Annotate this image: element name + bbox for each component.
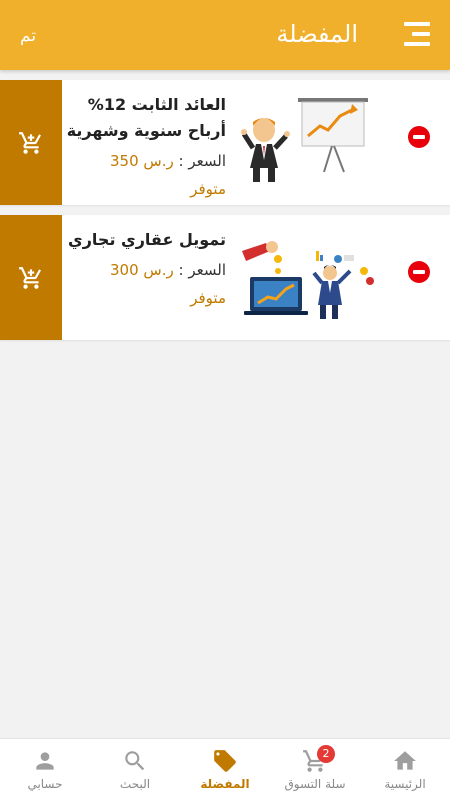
price-label: السعر : — [178, 261, 226, 279]
favorite-item: تمويل عقاري تجاري السعر : ر.س 300 متوفر — [0, 215, 450, 340]
nav-favorites-label: المفضلة — [200, 777, 250, 791]
app-header: تم المفضلة — [0, 0, 450, 70]
nav-account-label: حسابي — [27, 777, 63, 791]
favorite-item: العائد الثابت 12% أرباح سنوية وشهرية الس… — [0, 80, 450, 205]
add-to-cart-button[interactable] — [0, 80, 62, 205]
nav-home[interactable]: الرئيسية — [360, 739, 450, 800]
search-icon — [125, 751, 145, 771]
finance-laptop-illustration[interactable] — [236, 221, 376, 331]
price-row: السعر : ر.س 300 — [68, 261, 226, 279]
price-value: ر.س 350 — [110, 152, 174, 170]
item-info: العائد الثابت 12% أرباح سنوية وشهرية الس… — [67, 92, 226, 198]
home-icon — [394, 751, 416, 770]
cart-count-badge: 2 — [317, 745, 335, 763]
price-label: السعر : — [178, 152, 226, 170]
cart-icon — [19, 131, 41, 154]
remove-favorite-button[interactable] — [408, 261, 430, 283]
stock-status: متوفر — [190, 289, 226, 307]
nav-cart[interactable]: 2 سلة التسوق — [270, 739, 360, 800]
nav-search-label: البحث — [119, 777, 151, 791]
add-to-cart-button[interactable] — [0, 215, 62, 340]
cart-icon — [19, 266, 41, 289]
item-name-line2[interactable]: أرباح سنوية وشهرية — [67, 118, 226, 144]
stock-status: متوفر — [190, 180, 226, 198]
person-icon — [36, 752, 54, 770]
businessman-chart-illustration[interactable] — [236, 86, 376, 196]
menu-icon[interactable] — [404, 22, 430, 46]
nav-search[interactable]: البحث — [90, 739, 180, 800]
price-row: السعر : ر.س 350 — [67, 152, 226, 170]
item-name-line1[interactable]: تمويل عقاري تجاري — [68, 227, 226, 253]
item-name-line1[interactable]: العائد الثابت 12% — [67, 92, 226, 118]
price-value: ر.س 300 — [110, 261, 174, 279]
bottom-navigation: حسابي البحث المفضلة 2 سلة التسوق الرئيسي… — [0, 738, 450, 800]
nav-home-label: الرئيسية — [384, 777, 426, 791]
nav-cart-label: سلة التسوق — [284, 777, 346, 791]
nav-favorites[interactable]: المفضلة — [180, 739, 270, 800]
item-info: تمويل عقاري تجاري السعر : ر.س 300 متوفر — [68, 227, 226, 307]
page-title: المفضلة — [276, 20, 358, 48]
remove-favorite-button[interactable] — [408, 126, 430, 148]
done-button[interactable]: تم — [20, 26, 36, 46]
nav-account[interactable]: حسابي — [0, 739, 90, 800]
tag-icon — [214, 750, 236, 772]
